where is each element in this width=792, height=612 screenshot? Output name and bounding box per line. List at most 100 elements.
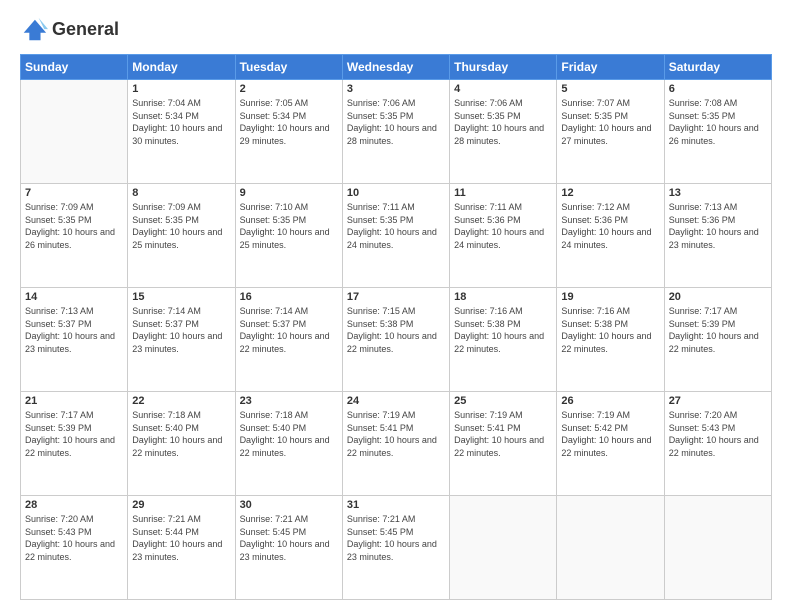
calendar-cell: 13 Sunrise: 7:13 AM Sunset: 5:36 PM Dayli… (664, 184, 771, 288)
calendar-cell: 29 Sunrise: 7:21 AM Sunset: 5:44 PM Dayli… (128, 496, 235, 600)
day-info: Sunrise: 7:06 AM Sunset: 5:35 PM Dayligh… (347, 97, 445, 147)
day-info: Sunrise: 7:14 AM Sunset: 5:37 PM Dayligh… (132, 305, 230, 355)
day-number: 7 (25, 187, 123, 199)
day-info: Sunrise: 7:16 AM Sunset: 5:38 PM Dayligh… (454, 305, 552, 355)
calendar-cell: 16 Sunrise: 7:14 AM Sunset: 5:37 PM Dayli… (235, 288, 342, 392)
day-info: Sunrise: 7:17 AM Sunset: 5:39 PM Dayligh… (669, 305, 767, 355)
calendar-cell: 21 Sunrise: 7:17 AM Sunset: 5:39 PM Dayli… (21, 392, 128, 496)
day-number: 18 (454, 291, 552, 303)
calendar-cell: 2 Sunrise: 7:05 AM Sunset: 5:34 PM Daylig… (235, 80, 342, 184)
day-number: 3 (347, 83, 445, 95)
day-info: Sunrise: 7:21 AM Sunset: 5:45 PM Dayligh… (240, 513, 338, 563)
calendar-cell: 5 Sunrise: 7:07 AM Sunset: 5:35 PM Daylig… (557, 80, 664, 184)
calendar-cell (557, 496, 664, 600)
calendar-week-1: 1 Sunrise: 7:04 AM Sunset: 5:34 PM Daylig… (21, 80, 772, 184)
calendar-header-tuesday: Tuesday (235, 55, 342, 80)
day-info: Sunrise: 7:07 AM Sunset: 5:35 PM Dayligh… (561, 97, 659, 147)
calendar-week-4: 21 Sunrise: 7:17 AM Sunset: 5:39 PM Dayli… (21, 392, 772, 496)
day-info: Sunrise: 7:16 AM Sunset: 5:38 PM Dayligh… (561, 305, 659, 355)
day-number: 6 (669, 83, 767, 95)
day-info: Sunrise: 7:08 AM Sunset: 5:35 PM Dayligh… (669, 97, 767, 147)
calendar-cell: 1 Sunrise: 7:04 AM Sunset: 5:34 PM Daylig… (128, 80, 235, 184)
day-number: 26 (561, 395, 659, 407)
day-number: 20 (669, 291, 767, 303)
calendar-table: SundayMondayTuesdayWednesdayThursdayFrid… (20, 54, 772, 600)
calendar-header-saturday: Saturday (664, 55, 771, 80)
day-info: Sunrise: 7:09 AM Sunset: 5:35 PM Dayligh… (132, 201, 230, 251)
calendar-week-2: 7 Sunrise: 7:09 AM Sunset: 5:35 PM Daylig… (21, 184, 772, 288)
calendar-cell: 11 Sunrise: 7:11 AM Sunset: 5:36 PM Dayli… (450, 184, 557, 288)
day-info: Sunrise: 7:13 AM Sunset: 5:36 PM Dayligh… (669, 201, 767, 251)
day-info: Sunrise: 7:21 AM Sunset: 5:44 PM Dayligh… (132, 513, 230, 563)
day-number: 28 (25, 499, 123, 511)
calendar-cell: 18 Sunrise: 7:16 AM Sunset: 5:38 PM Dayli… (450, 288, 557, 392)
day-info: Sunrise: 7:15 AM Sunset: 5:38 PM Dayligh… (347, 305, 445, 355)
day-number: 21 (25, 395, 123, 407)
calendar-header-monday: Monday (128, 55, 235, 80)
day-info: Sunrise: 7:13 AM Sunset: 5:37 PM Dayligh… (25, 305, 123, 355)
day-info: Sunrise: 7:10 AM Sunset: 5:35 PM Dayligh… (240, 201, 338, 251)
day-info: Sunrise: 7:17 AM Sunset: 5:39 PM Dayligh… (25, 409, 123, 459)
logo-text-general: General (52, 20, 119, 40)
day-number: 2 (240, 83, 338, 95)
day-number: 8 (132, 187, 230, 199)
calendar-cell (664, 496, 771, 600)
day-number: 25 (454, 395, 552, 407)
calendar-cell: 12Sunrise: 7:12 AM Sunset: 5:36 PM Dayli… (557, 184, 664, 288)
calendar-cell: 3 Sunrise: 7:06 AM Sunset: 5:35 PM Daylig… (342, 80, 449, 184)
day-number: 12 (561, 187, 659, 199)
day-info: Sunrise: 7:05 AM Sunset: 5:34 PM Dayligh… (240, 97, 338, 147)
day-number: 4 (454, 83, 552, 95)
day-info: Sunrise: 7:14 AM Sunset: 5:37 PM Dayligh… (240, 305, 338, 355)
day-number: 17 (347, 291, 445, 303)
calendar-cell: 7 Sunrise: 7:09 AM Sunset: 5:35 PM Daylig… (21, 184, 128, 288)
day-info: Sunrise: 7:18 AM Sunset: 5:40 PM Dayligh… (132, 409, 230, 459)
calendar-cell: 17 Sunrise: 7:15 AM Sunset: 5:38 PM Dayli… (342, 288, 449, 392)
day-number: 31 (347, 499, 445, 511)
day-number: 9 (240, 187, 338, 199)
calendar-cell: 22Sunrise: 7:18 AM Sunset: 5:40 PM Dayli… (128, 392, 235, 496)
day-info: Sunrise: 7:11 AM Sunset: 5:36 PM Dayligh… (454, 201, 552, 251)
day-info: Sunrise: 7:09 AM Sunset: 5:35 PM Dayligh… (25, 201, 123, 251)
calendar-cell: 15 Sunrise: 7:14 AM Sunset: 5:37 PM Dayli… (128, 288, 235, 392)
day-info: Sunrise: 7:19 AM Sunset: 5:41 PM Dayligh… (347, 409, 445, 459)
calendar-cell (450, 496, 557, 600)
calendar-header-friday: Friday (557, 55, 664, 80)
day-number: 30 (240, 499, 338, 511)
day-number: 23 (240, 395, 338, 407)
day-number: 15 (132, 291, 230, 303)
day-info: Sunrise: 7:20 AM Sunset: 5:43 PM Dayligh… (669, 409, 767, 459)
logo-icon (20, 16, 48, 44)
calendar-week-3: 14 Sunrise: 7:13 AM Sunset: 5:37 PM Dayli… (21, 288, 772, 392)
calendar-cell: 25 Sunrise: 7:19 AM Sunset: 5:41 PM Dayli… (450, 392, 557, 496)
day-info: Sunrise: 7:11 AM Sunset: 5:35 PM Dayligh… (347, 201, 445, 251)
calendar-week-5: 28Sunrise: 7:20 AM Sunset: 5:43 PM Dayli… (21, 496, 772, 600)
day-info: Sunrise: 7:18 AM Sunset: 5:40 PM Dayligh… (240, 409, 338, 459)
calendar-cell: 28Sunrise: 7:20 AM Sunset: 5:43 PM Dayli… (21, 496, 128, 600)
day-number: 29 (132, 499, 230, 511)
day-number: 24 (347, 395, 445, 407)
calendar-cell: 4Sunrise: 7:06 AM Sunset: 5:35 PM Daylig… (450, 80, 557, 184)
calendar-header-row: SundayMondayTuesdayWednesdayThursdayFrid… (21, 55, 772, 80)
day-number: 13 (669, 187, 767, 199)
day-info: Sunrise: 7:19 AM Sunset: 5:41 PM Dayligh… (454, 409, 552, 459)
day-info: Sunrise: 7:19 AM Sunset: 5:42 PM Dayligh… (561, 409, 659, 459)
day-info: Sunrise: 7:04 AM Sunset: 5:34 PM Dayligh… (132, 97, 230, 147)
day-number: 27 (669, 395, 767, 407)
calendar-cell: 30 Sunrise: 7:21 AM Sunset: 5:45 PM Dayli… (235, 496, 342, 600)
calendar-cell: 9 Sunrise: 7:10 AM Sunset: 5:35 PM Daylig… (235, 184, 342, 288)
day-number: 1 (132, 83, 230, 95)
day-number: 10 (347, 187, 445, 199)
day-number: 5 (561, 83, 659, 95)
calendar-header-sunday: Sunday (21, 55, 128, 80)
calendar-cell: 26 Sunrise: 7:19 AM Sunset: 5:42 PM Dayli… (557, 392, 664, 496)
day-number: 16 (240, 291, 338, 303)
day-number: 11 (454, 187, 552, 199)
calendar-cell: 10 Sunrise: 7:11 AM Sunset: 5:35 PM Dayli… (342, 184, 449, 288)
calendar-cell: 6 Sunrise: 7:08 AM Sunset: 5:35 PM Daylig… (664, 80, 771, 184)
calendar-cell: 20 Sunrise: 7:17 AM Sunset: 5:39 PM Dayli… (664, 288, 771, 392)
calendar-cell: 24 Sunrise: 7:19 AM Sunset: 5:41 PM Dayli… (342, 392, 449, 496)
calendar-cell (21, 80, 128, 184)
day-number: 14 (25, 291, 123, 303)
calendar-cell: 23 Sunrise: 7:18 AM Sunset: 5:40 PM Dayli… (235, 392, 342, 496)
